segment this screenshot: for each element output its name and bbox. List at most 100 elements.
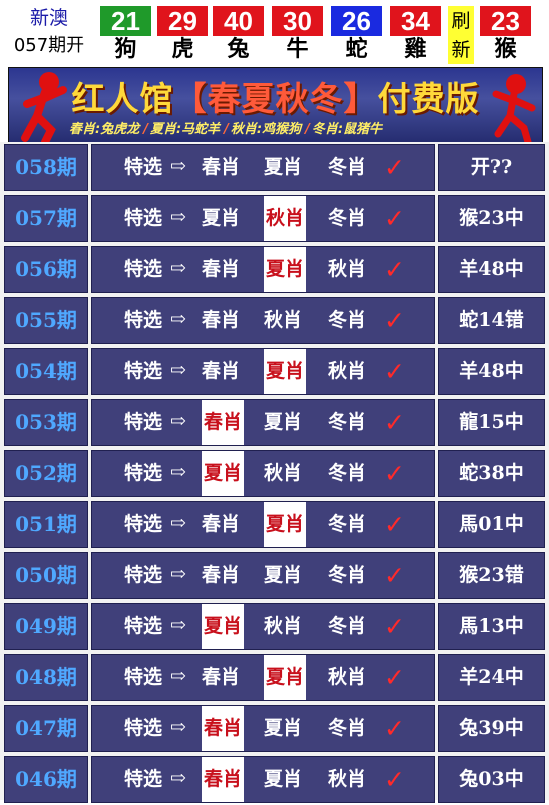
season-pick: 冬肖 bbox=[328, 615, 367, 637]
season-pick: 春肖 bbox=[202, 513, 241, 535]
result-cell: 蛇14错 bbox=[438, 297, 545, 344]
check-icon: ✓ bbox=[384, 510, 405, 539]
pick-prefix: 特选 bbox=[124, 156, 163, 178]
period-cell: 053期 bbox=[4, 399, 88, 446]
banner-title-c: 付费版 bbox=[377, 79, 480, 118]
season-pick: 冬肖 bbox=[328, 156, 367, 178]
season-separator: / bbox=[305, 122, 310, 137]
pick-prefix: 特选 bbox=[124, 564, 163, 586]
ball-zodiac: 牛 bbox=[286, 37, 309, 62]
pick-prefix: 特选 bbox=[124, 513, 163, 535]
special-ball-number: 23 bbox=[480, 6, 531, 36]
table-row: 057期 特选 ⇨ 夏肖 秋肖 冬肖 ✓ 猴23中 bbox=[0, 193, 549, 244]
check-icon: ✓ bbox=[384, 306, 405, 335]
ball-number: 29 bbox=[157, 6, 208, 36]
season-pick: 夏肖 bbox=[202, 451, 245, 496]
result-cell: 兔03中 bbox=[438, 756, 545, 803]
season-pick: 夏肖 bbox=[264, 247, 307, 292]
period-label: 046期 bbox=[15, 767, 77, 791]
table-row: 046期 特选 ⇨ 春肖 夏肖 秋肖 ✓ 兔03中 bbox=[0, 754, 549, 805]
season-pick: 夏肖 bbox=[264, 655, 307, 700]
pick-cell: 特选 ⇨ 春肖 夏肖 冬肖 ✓ bbox=[91, 501, 435, 548]
season-pick: 春肖 bbox=[202, 258, 241, 280]
ball-zodiac: 兔 bbox=[227, 37, 250, 62]
pick-cell: 特选 ⇨ 春肖 夏肖 秋肖 ✓ bbox=[91, 654, 435, 701]
pick-prefix: 特选 bbox=[124, 462, 163, 484]
brand-name: 新澳 bbox=[29, 7, 68, 29]
period-cell: 055期 bbox=[4, 297, 88, 344]
result-label: 猴23中 bbox=[459, 207, 524, 229]
season-pick: 秋肖 bbox=[328, 258, 367, 280]
period-label: 054期 bbox=[15, 359, 77, 383]
season-pick: 冬肖 bbox=[328, 717, 367, 739]
period-cell: 054期 bbox=[4, 348, 88, 395]
special-ball: 23 猴 bbox=[480, 6, 531, 64]
period-label: 051期 bbox=[15, 512, 77, 536]
brand-block: 新澳 057期开 bbox=[0, 4, 98, 60]
refresh-button[interactable]: 刷 新 bbox=[448, 6, 474, 64]
period-cell: 050期 bbox=[4, 552, 88, 599]
arrow-icon: ⇨ bbox=[170, 665, 186, 687]
check-icon: ✓ bbox=[384, 663, 405, 692]
result-label: 兔03中 bbox=[459, 768, 524, 790]
season-pick: 冬肖 bbox=[328, 462, 367, 484]
check-icon: ✓ bbox=[384, 357, 405, 386]
ball-number: 26 bbox=[331, 6, 382, 36]
result-label: 兔39中 bbox=[459, 717, 524, 739]
period-label: 049期 bbox=[15, 614, 77, 638]
pick-cell: 特选 ⇨ 春肖 夏肖 冬肖 ✓ bbox=[91, 705, 435, 752]
pick-cell: 特选 ⇨ 夏肖 秋肖 冬肖 ✓ bbox=[91, 450, 435, 497]
period-cell: 046期 bbox=[4, 756, 88, 803]
check-icon: ✓ bbox=[384, 765, 405, 794]
season-pick: 秋肖 bbox=[328, 360, 367, 382]
season-pick: 春肖 bbox=[202, 400, 245, 445]
runner-right-icon bbox=[492, 74, 536, 144]
result-label: 羊48中 bbox=[459, 258, 524, 280]
result-label: 馬01中 bbox=[459, 513, 524, 535]
pick-cell: 特选 ⇨ 春肖 夏肖 秋肖 ✓ bbox=[91, 348, 435, 395]
pick-prefix: 特选 bbox=[124, 717, 163, 739]
period-label: 056期 bbox=[15, 257, 77, 281]
check-icon: ✓ bbox=[384, 255, 405, 284]
pick-prefix: 特选 bbox=[124, 207, 163, 229]
season-pick: 秋肖 bbox=[264, 462, 303, 484]
pick-prefix: 特选 bbox=[124, 666, 163, 688]
pick-cell: 特选 ⇨ 春肖 秋肖 冬肖 ✓ bbox=[91, 297, 435, 344]
result-label: 猴23错 bbox=[459, 564, 524, 586]
result-cell: 开?? bbox=[438, 144, 545, 191]
arrow-icon: ⇨ bbox=[170, 563, 186, 585]
ball: 30 牛 bbox=[272, 6, 323, 64]
banner: 红人馆【春夏秋冬】付费版 春肖:兔虎龙 / 夏肖:马蛇羊 / 秋肖:鸡猴狗 / 冬肖:鼠猪牛 bbox=[8, 67, 543, 145]
ball-zodiac: 雞 bbox=[404, 37, 427, 62]
period-label: 047期 bbox=[15, 716, 77, 740]
ball-number: 34 bbox=[390, 6, 441, 36]
arrow-icon: ⇨ bbox=[170, 716, 186, 738]
table-row: 050期 特选 ⇨ 春肖 夏肖 冬肖 ✓ 猴23错 bbox=[0, 550, 549, 601]
season-pick: 春肖 bbox=[202, 564, 241, 586]
period-label: 050期 bbox=[15, 563, 77, 587]
pick-prefix: 特选 bbox=[124, 258, 163, 280]
season-pick: 冬肖 bbox=[328, 309, 367, 331]
arrow-icon: ⇨ bbox=[170, 155, 186, 177]
pick-prefix: 特选 bbox=[124, 768, 163, 790]
season-pick: 冬肖 bbox=[328, 564, 367, 586]
period-cell: 052期 bbox=[4, 450, 88, 497]
table-row: 058期 特选 ⇨ 春肖 夏肖 冬肖 ✓ 开?? bbox=[0, 142, 549, 193]
arrow-icon: ⇨ bbox=[170, 206, 186, 228]
ball-zodiac: 蛇 bbox=[345, 37, 368, 62]
arrow-icon: ⇨ bbox=[170, 410, 186, 432]
table-row: 049期 特选 ⇨ 夏肖 秋肖 冬肖 ✓ 馬13中 bbox=[0, 601, 549, 652]
result-cell: 猴23错 bbox=[438, 552, 545, 599]
draw-period-label: 057期开 bbox=[13, 35, 85, 56]
pick-cell: 特选 ⇨ 春肖 夏肖 冬肖 ✓ bbox=[91, 399, 435, 446]
pick-prefix: 特选 bbox=[124, 615, 163, 637]
ball: 21 狗 bbox=[100, 6, 151, 64]
pick-prefix: 特选 bbox=[124, 360, 163, 382]
pick-prefix: 特选 bbox=[124, 309, 163, 331]
period-label: 053期 bbox=[15, 410, 77, 434]
result-cell: 羊48中 bbox=[438, 348, 545, 395]
season-pick: 春肖 bbox=[202, 757, 245, 802]
season-pick: 夏肖 bbox=[264, 411, 303, 433]
season-pick: 夏肖 bbox=[264, 156, 303, 178]
pick-cell: 特选 ⇨ 夏肖 秋肖 冬肖 ✓ bbox=[91, 603, 435, 650]
